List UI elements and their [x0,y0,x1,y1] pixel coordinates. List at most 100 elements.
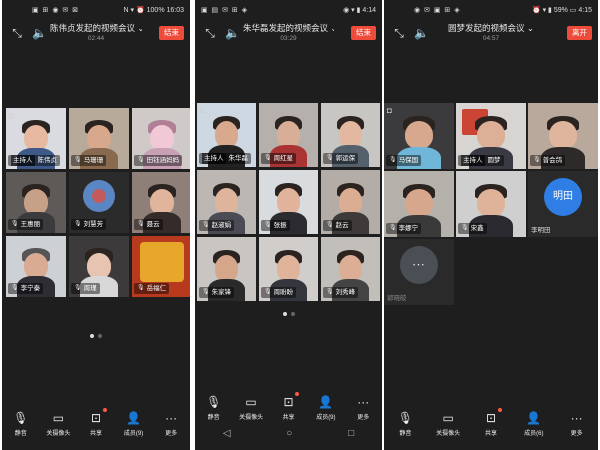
add-member-icon: 👤 [126,411,142,425]
participant-tag: 🎙 周红星 [261,153,297,164]
more-icon: ··· [357,395,370,409]
video-grid: ◘ 🎙 马保国 主持人 圆梦 🎙 普会鸽 🎙 李娜宁 🎙 宋鑫 明田 李明田 ∙∙∙ 郭晓 [384,103,598,305]
members-button[interactable]: 👤 成员(9) [308,394,344,426]
participant-name: 朱家锋 [211,289,232,296]
more-icon: ··· [570,411,583,425]
video-tile[interactable]: 🎙 宋鑫 [456,171,526,237]
video-tile[interactable]: ◘ 🎙 马保国 [384,103,454,169]
meeting-toolbar: 🎙 静音 ▭ 关摄像头 ⊡ 共享 👤 成员(6) ··· 更多 [384,408,598,442]
video-tile[interactable]: 🎙 周盼盼 [259,237,318,301]
meeting-title[interactable]: 陈伟贞发起的视频会议 ⌄ [50,22,142,34]
speaker-icon[interactable]: 🔈 [225,26,240,40]
participant-name: 郭运保 [335,155,356,162]
camera-icon: ◘ [200,106,205,115]
camera-icon: ◘ [9,111,14,120]
status-bar: ▣ ▤ ✉ ⊞ ◈ ◉ ▾ ▮ 4:14 [195,6,382,18]
speaker-icon[interactable]: 🔈 [32,26,47,40]
microphone-icon: 🎙 [13,411,29,425]
participant-tag: 🎙 赵淑娟 [199,220,235,231]
video-tile[interactable]: 🎙 张振 [259,170,318,234]
minimize-icon[interactable]: ⤡ [203,26,217,40]
members-button[interactable]: 👤 成员(6) [516,410,552,442]
status-icons-right: N ▾ ⏰ 100% 16:03 [123,7,184,14]
android-nav-bar: ◁ ○ □ [195,428,382,448]
meeting-toolbar: 🎙 静音 ▭ 关摄像头 ⊡ 共享 👤 成员(9) ··· 更多 [195,392,382,426]
video-camera-icon: ▭ [52,411,65,425]
more-button[interactable]: ··· 更多 [345,394,381,426]
video-tile[interactable]: 🎙 郭运保 [321,103,380,167]
camera-off-button[interactable]: ▭ 关摄像头 [40,410,76,442]
participant-tag: 🎙 李宁秦 [8,283,44,294]
meeting-title[interactable]: 圆梦发起的视频会议 ⌄ [432,22,550,34]
participant-name: 宋鑫 [470,225,484,232]
video-tile[interactable]: 🎙 李娜宁 [384,171,454,237]
participant-tag: 🎙 朱家锋 [199,287,235,298]
video-tile[interactable]: 🎙 赵云 [321,170,380,234]
video-tile[interactable]: 🎙 王惠丽 [6,172,66,233]
mute-button[interactable]: 🎙 静音 [196,394,232,426]
video-tile[interactable]: 🎙 周瑾 [69,236,129,297]
more-button[interactable]: ··· 更多 [559,410,595,442]
video-tile[interactable]: 🎙 聂云 [132,172,190,233]
video-tile[interactable]: 🎙 田钰涵妈妈 [132,108,190,169]
participant-name: 赵云 [335,222,349,229]
meeting-title[interactable]: 朱华磊发起的视频会议 ⌄ [243,22,334,34]
recents-icon[interactable]: □ [348,428,354,448]
home-icon[interactable]: ○ [286,428,292,448]
video-tile[interactable]: 🎙 普会鸽 [528,103,598,169]
video-grid: ◘ 主持人 朱华磊 🎙 周红星 🎙 郭运保 🎙 赵淑娟 🎙 张振 🎙 赵云 🎙 朱家锋 [197,103,380,301]
minimize-icon[interactable]: ⤡ [392,26,406,40]
back-icon[interactable]: ◁ [223,428,231,448]
participant-tag: 🎙 李娜宁 [386,223,422,234]
participant-tag: 🎙 普会鸽 [530,155,566,166]
video-tile[interactable]: 明田 李明田 [528,171,598,237]
participant-tag: 🎙 田钰涵妈妈 [134,155,183,166]
video-tile[interactable]: 🎙 刘慧芳 [69,172,129,233]
more-icon: ··· [165,411,178,425]
end-meeting-button[interactable]: 结束 [351,26,376,40]
video-tile[interactable]: ◘ 主持人 陈伟贞 [6,108,66,169]
video-tile[interactable]: 🎙 李宁秦 [6,236,66,297]
more-button[interactable]: ··· 更多 [153,410,189,442]
host-badge: 主持人 [11,155,35,166]
meeting-toolbar: 🎙 静音 ▭ 关摄像头 ⊡ 共享 👤 成员(9) ··· 更多 [2,408,190,442]
camera-off-button[interactable]: ▭ 关摄像头 [233,394,269,426]
participant-tag: 🎙 刘秀峰 [323,287,359,298]
share-button[interactable]: ⊡ 共享 [270,392,306,426]
camera-off-button[interactable]: ▭ 关摄像头 [430,410,466,442]
mic-icon: 🎙 [389,225,397,231]
end-meeting-button[interactable]: 结束 [159,26,184,40]
page-indicator [2,325,190,343]
mic-icon: 🎙 [533,157,541,163]
avatar: 明田 [544,178,582,217]
mic-icon: 🎙 [326,222,334,228]
phone-screen-1: ▣ ⊞ ◉ ✉ ⊠ N ▾ ⏰ 100% 16:03 ⤡ 🔈 陈伟贞发起的视频会… [2,0,190,450]
mic-icon: 🎙 [264,155,272,161]
participant-tag: 🎙 周瑾 [71,283,100,294]
phone-screen-3: ◉ ✉ ▣ ⊞ ◈ ⏰ ▾ ▮ 59% ▭ 4:15 ⤡ 🔈 圆梦发起的视频会议… [384,0,598,450]
video-tile[interactable]: 🎙 赵淑娟 [197,170,256,234]
share-button[interactable]: ⊡ 共享 [473,408,509,442]
mute-button[interactable]: 🎙 静音 [3,410,39,442]
video-tile[interactable]: 🎙 朱家锋 [197,237,256,301]
host-badge: 主持人 [202,153,226,164]
video-tile[interactable]: 🎙 岳福仁 [132,236,190,297]
notification-dot [102,408,107,412]
video-tile[interactable]: 🎙 周红星 [259,103,318,167]
video-tile[interactable]: ◘ 主持人 朱华磊 [197,103,256,167]
video-tile[interactable]: 🎙 刘秀峰 [321,237,380,301]
video-tile[interactable]: 主持人 圆梦 [456,103,526,169]
minimize-icon[interactable]: ⤡ [10,26,24,40]
speaker-icon[interactable]: 🔈 [414,26,429,40]
members-button[interactable]: 👤 成员(9) [116,410,152,442]
share-button[interactable]: ⊡ 共享 [78,408,114,442]
mute-button[interactable]: 🎙 静音 [387,410,423,442]
background-image [140,242,184,282]
video-tile[interactable]: ∙∙∙ 郭晓皎 [384,239,454,305]
participant-name: 李明田 [531,227,551,234]
leave-meeting-button[interactable]: 离开 [567,26,592,40]
status-bar: ◉ ✉ ▣ ⊞ ◈ ⏰ ▾ ▮ 59% ▭ 4:15 [384,6,598,18]
participant-tag: 🎙 张振 [261,220,290,231]
video-tile[interactable]: 🎙 马珊珊 [69,108,129,169]
meeting-duration: 02:44 [87,35,105,42]
